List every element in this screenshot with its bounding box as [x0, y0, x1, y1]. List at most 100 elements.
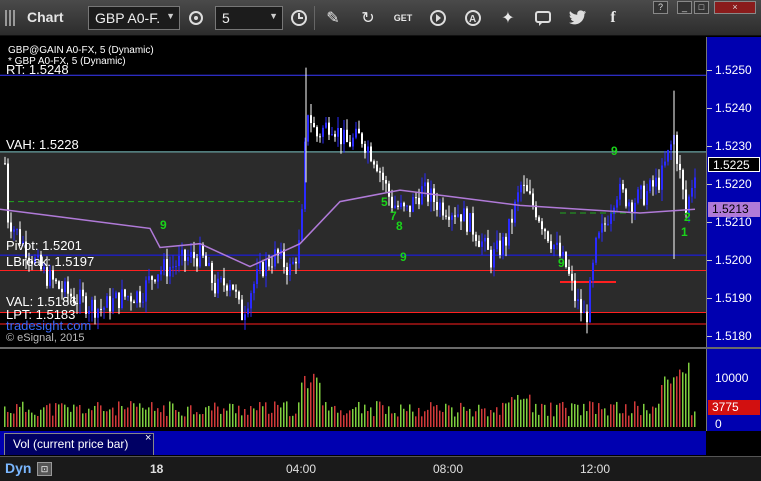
drag-grip-icon[interactable]: [5, 10, 17, 26]
volume-bar: [25, 411, 27, 427]
volume-axis[interactable]: 10000 0 3775: [706, 349, 761, 431]
volume-bar: [559, 403, 561, 427]
candle-body: [415, 197, 417, 199]
watermark: tradesight.com: [6, 318, 92, 333]
candle-body: [295, 261, 297, 264]
volume-bar: [268, 413, 270, 427]
settings-icon[interactable]: [185, 7, 207, 29]
volume-bar: [109, 409, 111, 427]
candle-body: [481, 241, 483, 247]
volume-bar: [505, 403, 507, 427]
level-label-pivot: Pivot: 1.5201: [6, 238, 82, 253]
volume-bar: [367, 411, 369, 427]
volume-bar: [433, 406, 435, 427]
volume-bar: [631, 413, 633, 427]
tag-icon[interactable]: ✦: [497, 7, 519, 29]
candle-body: [61, 288, 63, 293]
candle-body: [403, 202, 405, 207]
candle-body: [604, 223, 606, 225]
lock-icon[interactable]: ⊡: [37, 462, 52, 476]
volume-bar: [331, 406, 333, 427]
volume-bar: [124, 409, 126, 427]
volume-bar: [496, 407, 498, 427]
volume-bar: [493, 412, 495, 427]
volume-bar: [85, 413, 87, 427]
volume-bar: [535, 403, 537, 427]
twitter-icon[interactable]: [567, 7, 589, 29]
volume-pane[interactable]: [0, 349, 706, 431]
alert-icon[interactable]: A: [462, 7, 484, 29]
candle-body: [130, 296, 132, 302]
volume-bar: [610, 404, 612, 427]
candle-body: [106, 296, 108, 308]
volume-bar: [247, 414, 249, 427]
chat-icon[interactable]: [532, 7, 554, 29]
volume-study-tab[interactable]: Vol (current price bar): [4, 433, 154, 455]
candle-body: [364, 143, 366, 153]
candle-body: [583, 311, 585, 314]
volume-bar: [166, 415, 168, 427]
symbol-combobox[interactable]: GBP A0-F. ▼: [88, 6, 180, 30]
volume-bar: [373, 416, 375, 427]
price-axis[interactable]: 1.5250 1.5240 1.5230 1.5220 1.5210 1.520…: [706, 37, 761, 347]
volume-bar: [628, 415, 630, 427]
volume-bar: [304, 375, 306, 427]
refresh-icon[interactable]: ↻: [357, 7, 379, 29]
time-tick-label: 08:00: [433, 462, 464, 476]
candle-body: [328, 122, 330, 135]
volume-bar: [238, 405, 240, 427]
get-data-icon[interactable]: GET: [392, 7, 414, 29]
candle-body: [595, 237, 597, 263]
interval-combobox[interactable]: 5 ▼: [215, 6, 283, 30]
minimize-button[interactable]: _: [677, 1, 692, 14]
clock-icon[interactable]: [288, 7, 310, 29]
candle-body: [439, 202, 441, 210]
volume-bar: [19, 406, 21, 427]
volume-bar: [616, 401, 618, 427]
volume-bar: [193, 414, 195, 427]
candle-body: [631, 202, 633, 213]
candle-body: [7, 163, 9, 223]
volume-bar: [517, 394, 519, 427]
candle-body: [376, 164, 378, 172]
volume-bar: [241, 415, 243, 427]
current-volume-badge: 3775: [708, 400, 760, 415]
candle-body: [343, 129, 345, 145]
play-icon[interactable]: [427, 7, 449, 29]
volume-bar: [37, 415, 39, 427]
volume-bar: [289, 416, 291, 427]
price-chart-pane[interactable]: GBP@GAIN A0-FX, 5 (Dynamic) * GBP A0-FX,…: [0, 37, 706, 347]
candle-body: [154, 279, 156, 282]
volume-bar: [214, 402, 216, 427]
candle-body: [169, 266, 171, 277]
volume-bar: [70, 411, 72, 427]
volume-bar: [568, 416, 570, 427]
candle-body: [619, 183, 621, 200]
close-button[interactable]: ×: [714, 1, 756, 14]
candle-body: [571, 273, 573, 281]
help-button[interactable]: ?: [653, 1, 668, 14]
candle-body: [187, 257, 189, 261]
volume-bar: [538, 414, 540, 427]
volume-bar: [46, 405, 48, 427]
dynamic-mode-label[interactable]: Dyn: [5, 460, 31, 476]
candle-body: [109, 296, 111, 312]
price-tick-label: 1.5250: [715, 63, 752, 77]
candle-body: [394, 205, 396, 208]
maximize-button[interactable]: □: [694, 1, 709, 14]
td-count-label: 9: [611, 144, 618, 158]
close-icon[interactable]: ×: [145, 432, 151, 444]
candle-body: [253, 284, 255, 294]
volume-bar: [91, 410, 93, 427]
facebook-icon[interactable]: f: [602, 7, 624, 29]
volume-bar: [130, 401, 132, 427]
candle-body: [589, 280, 591, 323]
candle-body: [373, 161, 375, 165]
pencil-icon[interactable]: ✎: [322, 7, 344, 29]
time-tick-label: 18: [150, 462, 164, 476]
value-area-band: [0, 151, 706, 313]
candle-body: [616, 199, 618, 208]
time-axis[interactable]: Dyn ⊡ 18 04:00 08:00 12:00: [0, 456, 761, 481]
candle-body: [82, 289, 84, 297]
volume-bar: [220, 413, 222, 427]
